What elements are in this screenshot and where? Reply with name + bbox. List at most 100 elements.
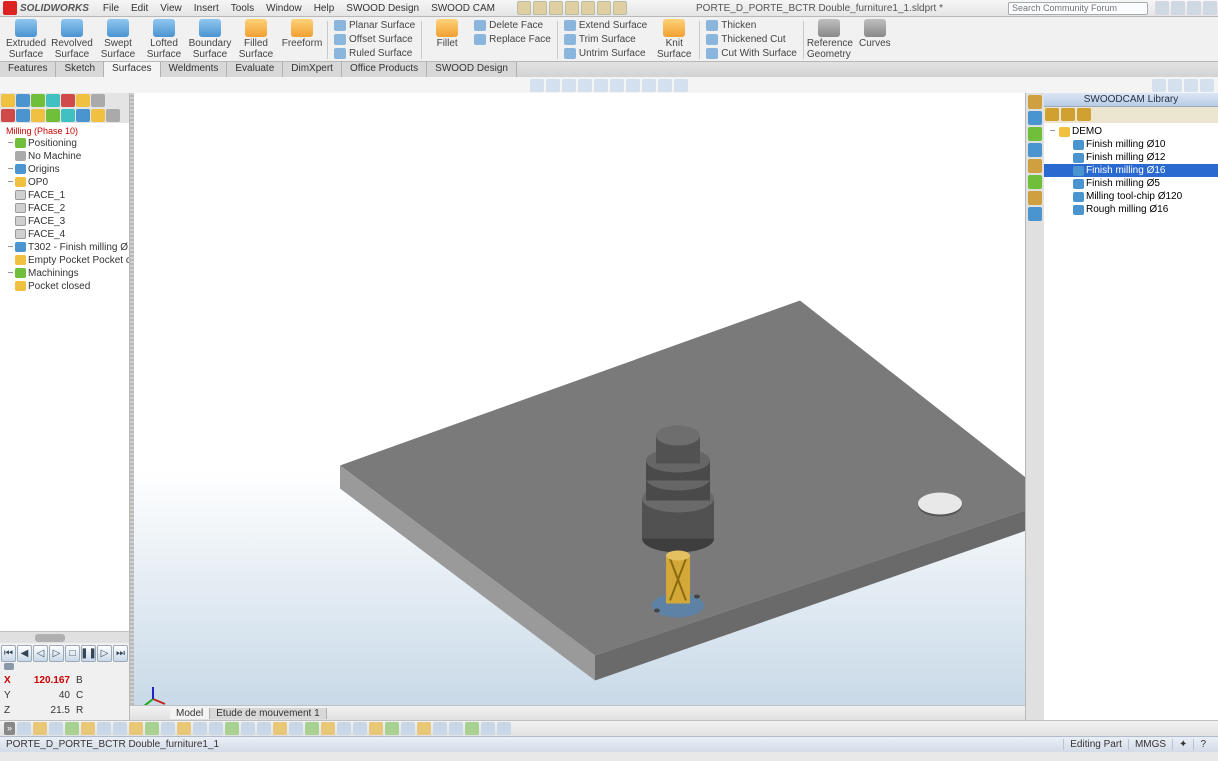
library-item[interactable]: Finish milling Ø16 — [1044, 164, 1218, 177]
menu-view[interactable]: View — [154, 3, 188, 14]
menu-edit[interactable]: Edit — [125, 3, 154, 14]
lowbar-btn[interactable] — [497, 722, 511, 735]
tp-tab5-icon[interactable] — [1028, 159, 1042, 173]
cmd-ruled-surface[interactable]: Ruled Surface — [331, 47, 418, 60]
lowbar-btn[interactable] — [465, 722, 479, 735]
lowbar-btn[interactable] — [193, 722, 207, 735]
cmd-swept-surface[interactable]: SweptSurface — [96, 19, 140, 61]
fm-ico7-icon[interactable] — [91, 109, 105, 122]
fm-tab-cam-icon[interactable] — [76, 94, 90, 107]
view-orient-icon[interactable] — [594, 79, 608, 92]
lowbar-btn[interactable] — [177, 722, 191, 735]
library-item[interactable]: Milling tool-chip Ø120 — [1044, 190, 1218, 203]
lowbar-btn[interactable] — [241, 722, 255, 735]
fm-ico8-icon[interactable] — [106, 109, 120, 122]
help-icon[interactable] — [1155, 1, 1169, 15]
minimize-icon[interactable] — [1171, 1, 1185, 15]
lowbar-btn[interactable] — [33, 722, 47, 735]
tree-node[interactable]: −Positioning — [0, 137, 129, 150]
lib-ico3-icon[interactable] — [1077, 108, 1091, 121]
fm-tab-tree-icon[interactable] — [1, 94, 15, 107]
menu-insert[interactable]: Insert — [188, 3, 225, 14]
sim-last-button[interactable]: ⏭ — [113, 645, 128, 662]
sim-prev-button[interactable]: ◀ — [17, 645, 32, 662]
qat-print-icon[interactable] — [565, 1, 579, 15]
search-input[interactable] — [1008, 2, 1148, 15]
lowbar-btn[interactable] — [145, 722, 159, 735]
library-item[interactable]: Rough milling Ø16 — [1044, 203, 1218, 216]
lib-ico2-icon[interactable] — [1061, 108, 1075, 121]
lowbar-btn[interactable] — [257, 722, 271, 735]
cmd-delete-face[interactable]: Delete Face — [471, 19, 554, 32]
3d-viewport[interactable]: DéfonçageV Model Etude de mouvement 1 — [130, 93, 1025, 720]
tree-hscrollbar[interactable] — [0, 631, 129, 643]
status-help-icon[interactable]: ? — [1193, 739, 1212, 750]
view-scene-icon[interactable] — [658, 79, 672, 92]
tab-office-products[interactable]: Office Products — [342, 62, 427, 77]
cmd-cut-with-surface[interactable]: Cut With Surface — [703, 47, 800, 60]
fm-ico3-icon[interactable] — [31, 109, 45, 122]
tree-node[interactable]: FACE_1 — [0, 189, 129, 202]
vptab-motion[interactable]: Etude de mouvement 1 — [210, 708, 326, 719]
viewport-link-icon[interactable] — [1168, 79, 1182, 92]
tab-surfaces[interactable]: Surfaces — [104, 62, 160, 77]
status-units[interactable]: MMGS — [1128, 739, 1172, 750]
tab-swood-design[interactable]: SWOOD Design — [427, 62, 517, 77]
lowbar-btn[interactable] — [161, 722, 175, 735]
sim-play-button[interactable]: ▷ — [49, 645, 64, 662]
cmd-knit-surface[interactable]: KnitSurface — [652, 19, 696, 61]
cmd-fillet[interactable]: Fillet — [425, 19, 469, 61]
cmd-boundary-surface[interactable]: BoundarySurface — [188, 19, 232, 61]
cmd-reference-geometry[interactable]: ReferenceGeometry — [807, 19, 851, 61]
cmd-filled-surface[interactable]: FilledSurface — [234, 19, 278, 61]
tp-tab4-icon[interactable] — [1028, 143, 1042, 157]
menu-file[interactable]: File — [97, 3, 125, 14]
cmd-extend-surface[interactable]: Extend Surface — [561, 19, 650, 32]
fm-ico6-icon[interactable] — [76, 109, 90, 122]
viewport-layout-icon[interactable] — [1152, 79, 1166, 92]
lowbar-btn[interactable] — [209, 722, 223, 735]
view-hide-show-icon[interactable] — [626, 79, 640, 92]
cmd-planar-surface[interactable]: Planar Surface — [331, 19, 418, 32]
view-display-icon[interactable] — [610, 79, 624, 92]
lowbar-btn[interactable] — [337, 722, 351, 735]
tree-node[interactable]: −OP0 — [0, 176, 129, 189]
tree-node[interactable]: FACE_3 — [0, 215, 129, 228]
tab-weldments[interactable]: Weldments — [161, 62, 228, 77]
menu-swood-cam[interactable]: SWOOD CAM — [425, 3, 501, 14]
view-zoom-area-icon[interactable] — [546, 79, 560, 92]
menu-swood-design[interactable]: SWOOD Design — [340, 3, 425, 14]
sim-stop-button[interactable]: □ — [65, 645, 80, 662]
viewport-splitter[interactable] — [130, 93, 134, 705]
tree-node[interactable]: No Machine — [0, 150, 129, 163]
tp-tab8-icon[interactable] — [1028, 207, 1042, 221]
qat-open-icon[interactable] — [533, 1, 547, 15]
lowbar-btn[interactable] — [225, 722, 239, 735]
fm-ico1-icon[interactable] — [1, 109, 15, 122]
fm-tab-config-icon[interactable] — [31, 94, 45, 107]
tab-sketch[interactable]: Sketch — [56, 62, 104, 77]
view-prev-icon[interactable] — [562, 79, 576, 92]
status-extra-icon[interactable]: ✦ — [1172, 739, 1193, 750]
tree-node[interactable]: −Machinings — [0, 267, 129, 280]
menu-window[interactable]: Window — [260, 3, 308, 14]
tree-node[interactable]: Empty Pocket Pocket close — [0, 254, 129, 267]
lowbar-btn[interactable] — [305, 722, 319, 735]
cmd-untrim-surface[interactable]: Untrim Surface — [561, 47, 650, 60]
tab-evaluate[interactable]: Evaluate — [227, 62, 283, 77]
tree-node[interactable]: Pocket closed — [0, 280, 129, 293]
fm-ico5-icon[interactable] — [61, 109, 75, 122]
close-icon[interactable] — [1203, 1, 1217, 15]
menu-help[interactable]: Help — [308, 3, 341, 14]
lowbar-btn[interactable] — [449, 722, 463, 735]
fm-tab-extra-icon[interactable] — [91, 94, 105, 107]
sim-step-back-button[interactable]: ◁ — [33, 645, 48, 662]
lowbar-btn[interactable] — [321, 722, 335, 735]
tree-node[interactable]: −T302 - Finish milling Ø16 — [0, 241, 129, 254]
fm-tab-dim-icon[interactable] — [46, 94, 60, 107]
tree-node[interactable]: FACE_2 — [0, 202, 129, 215]
cmd-replace-face[interactable]: Replace Face — [471, 33, 554, 46]
tp-tab1-icon[interactable] — [1028, 95, 1042, 109]
sim-pause-button[interactable]: ❚❚ — [81, 645, 96, 662]
tree-node[interactable]: FACE_4 — [0, 228, 129, 241]
